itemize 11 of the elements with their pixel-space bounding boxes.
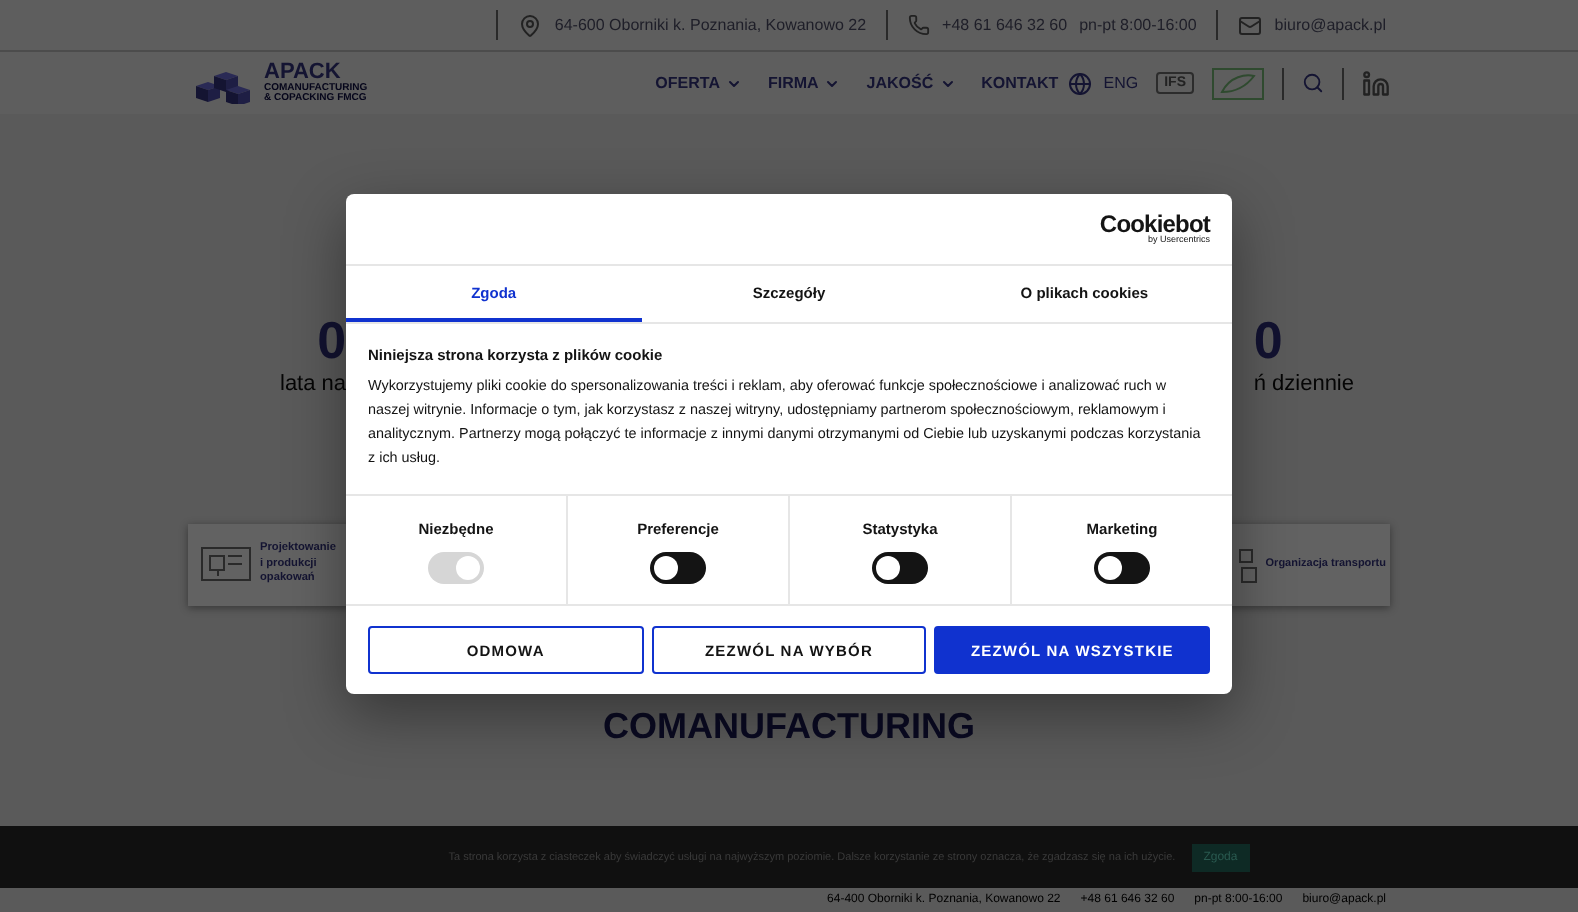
stat-label: ń dziennie: [1253, 372, 1354, 396]
phone-text: +48 61 646 32 60: [942, 16, 1068, 34]
section-heading: COMANUFACTURING: [603, 706, 975, 750]
stat-value: 0: [317, 314, 347, 366]
logo-name: APACK: [264, 62, 341, 84]
stat-value: 0: [1253, 314, 1283, 366]
address-text: 64-600 Oborniki k. Poznania, Kowanowo 22: [554, 16, 867, 34]
brand-logo: Cookiebot: [1099, 212, 1210, 237]
email-text: biuro@apack.pl: [1274, 16, 1386, 34]
stat-label: lata na: [280, 372, 347, 396]
hours-text: pn-pt 8:00-16:00: [1079, 16, 1197, 34]
